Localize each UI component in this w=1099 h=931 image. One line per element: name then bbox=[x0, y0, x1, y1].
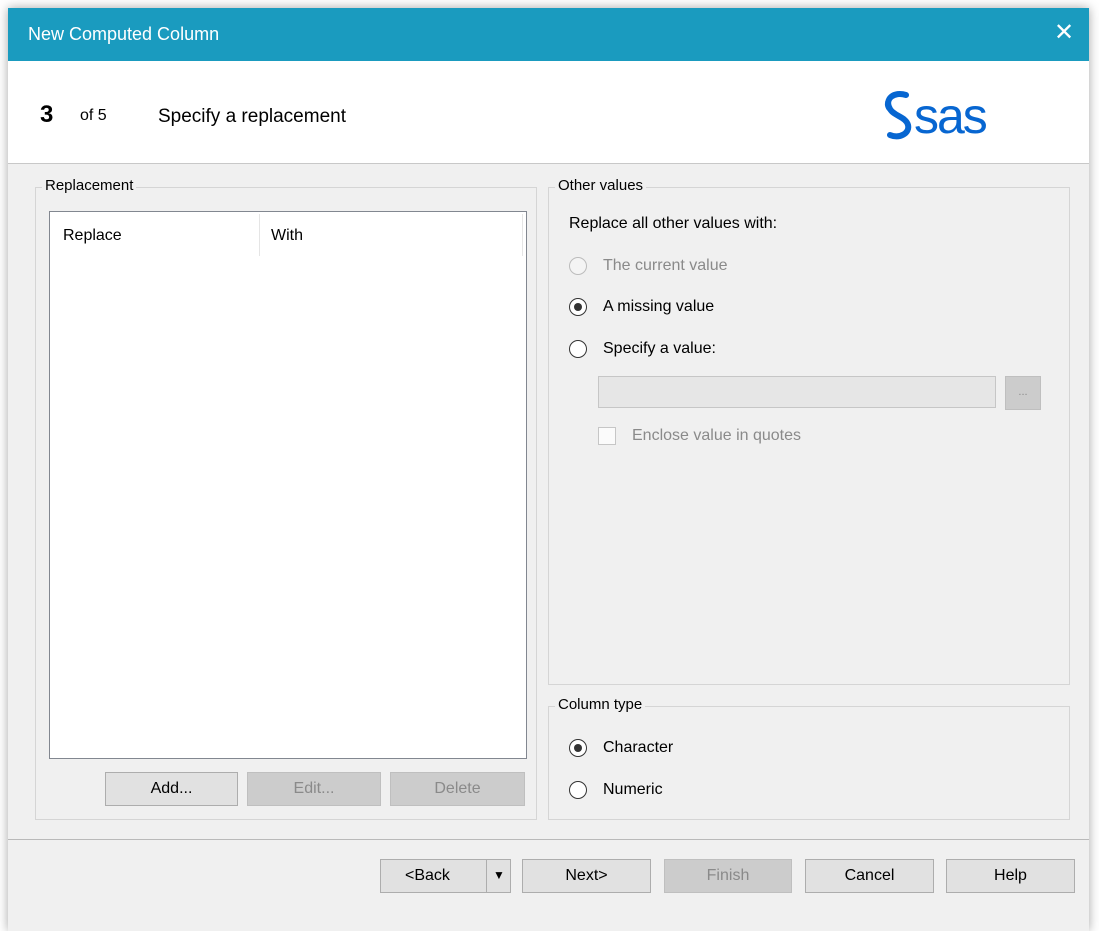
column-divider[interactable] bbox=[259, 214, 260, 256]
close-icon[interactable]: ✕ bbox=[1051, 18, 1077, 48]
character-label[interactable]: Character bbox=[603, 739, 673, 757]
current-value-radio[interactable] bbox=[569, 257, 587, 275]
column-header-replace[interactable]: Replace bbox=[63, 212, 122, 254]
edit-button[interactable]: Edit... bbox=[247, 772, 381, 806]
specify-value-label[interactable]: Specify a value: bbox=[603, 340, 716, 358]
wizard-header: 3 of 5 Specify a replacement sas bbox=[8, 61, 1089, 164]
help-button[interactable]: Help bbox=[946, 859, 1075, 893]
missing-value-radio[interactable] bbox=[569, 298, 587, 316]
next-button[interactable]: Next> bbox=[522, 859, 651, 893]
step-total: of 5 bbox=[80, 107, 107, 124]
character-radio[interactable] bbox=[569, 739, 587, 757]
column-type-group-label: Column type bbox=[555, 696, 646, 713]
replacement-group-label: Replacement bbox=[42, 177, 137, 194]
sas-logo-icon: sas bbox=[884, 88, 989, 143]
specify-value-radio[interactable] bbox=[569, 340, 587, 358]
title-bar: New Computed Column ✕ bbox=[8, 8, 1089, 61]
footer-divider bbox=[8, 839, 1089, 840]
numeric-radio[interactable] bbox=[569, 781, 587, 799]
enclose-quotes-checkbox[interactable] bbox=[598, 427, 616, 445]
column-type-group: Column type bbox=[548, 696, 1070, 820]
step-title: Specify a replacement bbox=[158, 106, 346, 127]
enclose-quotes-label[interactable]: Enclose value in quotes bbox=[632, 427, 801, 445]
cancel-button[interactable]: Cancel bbox=[805, 859, 934, 893]
specify-value-input[interactable] bbox=[598, 376, 996, 408]
replace-prompt: Replace all other values with: bbox=[569, 215, 778, 232]
dialog-title: New Computed Column bbox=[28, 24, 220, 44]
finish-button[interactable]: Finish bbox=[664, 859, 792, 893]
column-divider[interactable] bbox=[522, 214, 523, 256]
replacement-list[interactable]: Replace With bbox=[49, 211, 527, 759]
numeric-label[interactable]: Numeric bbox=[603, 781, 663, 799]
step-number: 3 bbox=[40, 101, 54, 128]
column-header-with[interactable]: With bbox=[271, 212, 303, 254]
missing-value-label[interactable]: A missing value bbox=[603, 298, 714, 316]
chevron-down-icon: ▼ bbox=[493, 868, 505, 882]
current-value-label[interactable]: The current value bbox=[603, 257, 728, 275]
back-dropdown-button[interactable]: ▼ bbox=[486, 859, 511, 893]
back-button-label: <Back bbox=[405, 867, 450, 884]
add-button[interactable]: Add... bbox=[105, 772, 238, 806]
dialog-window: New Computed Column ✕ 3 of 5 Specify a r… bbox=[8, 8, 1089, 931]
sas-logo-text: sas bbox=[914, 88, 987, 143]
other-values-group-label: Other values bbox=[555, 177, 647, 194]
delete-button[interactable]: Delete bbox=[390, 772, 525, 806]
browse-ellipsis-button[interactable]: ... bbox=[1005, 376, 1041, 410]
